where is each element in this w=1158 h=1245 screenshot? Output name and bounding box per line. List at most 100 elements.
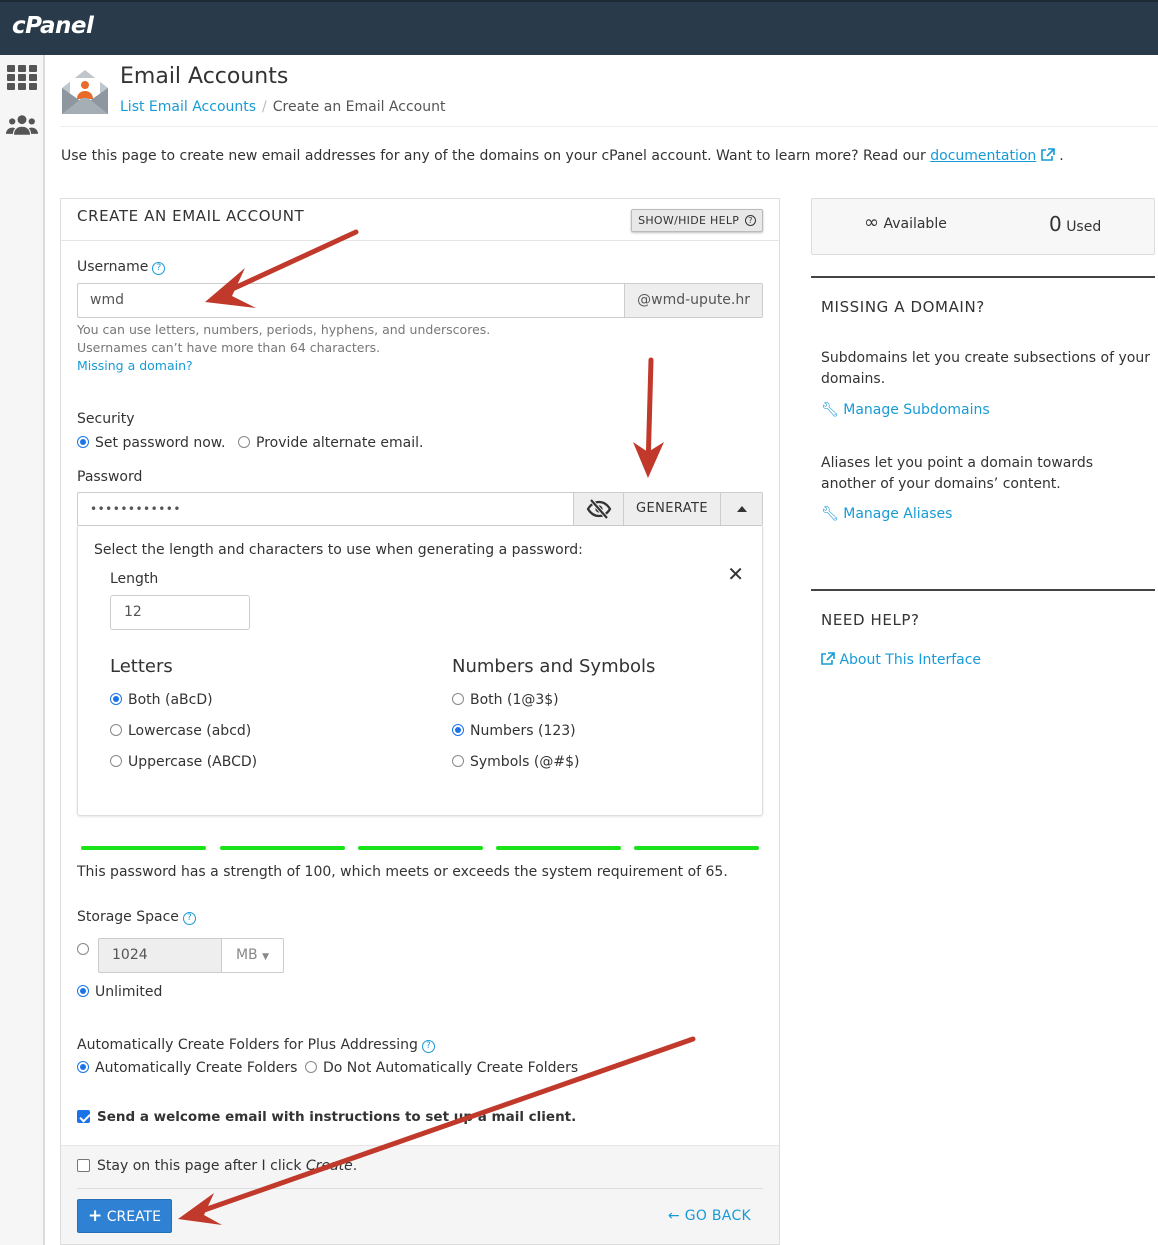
letters-radio-uppercase[interactable] bbox=[110, 755, 122, 767]
apps-grid-icon[interactable] bbox=[6, 63, 38, 93]
stay-on-page-option[interactable]: Stay on this page after I click Create. bbox=[77, 1158, 357, 1174]
domain-addon[interactable]: @wmd-upute.hr bbox=[624, 284, 762, 317]
stay-on-page-end: . bbox=[352, 1158, 358, 1174]
wrench-icon: 🔧︎ bbox=[821, 506, 839, 522]
sidebar-divider-2 bbox=[811, 589, 1155, 591]
generator-toggle-button[interactable] bbox=[720, 493, 762, 525]
close-generator-icon[interactable]: ✕ bbox=[727, 562, 744, 586]
storage-label-row: Storage Space? bbox=[77, 909, 196, 925]
cpanel-logo[interactable]: cPanel bbox=[12, 13, 94, 39]
stay-on-page-label: Stay on this page after I click bbox=[97, 1158, 302, 1174]
storage-quota-input[interactable]: 1024 bbox=[98, 938, 222, 973]
numbers-radio-numbers[interactable] bbox=[452, 724, 464, 736]
stay-on-page-checkbox[interactable] bbox=[77, 1159, 90, 1172]
wrench-icon: 🔧︎ bbox=[821, 402, 839, 418]
breadcrumb-current: Create an Email Account bbox=[272, 99, 446, 115]
manage-subdomains-label: Manage Subdomains bbox=[843, 402, 990, 418]
toggle-password-visibility-button[interactable] bbox=[573, 493, 623, 525]
plus-no-create-radio[interactable] bbox=[305, 1061, 317, 1073]
documentation-link[interactable]: documentation bbox=[930, 148, 1036, 164]
storage-help-icon[interactable]: ? bbox=[182, 912, 196, 925]
panel-heading: CREATE AN EMAIL ACCOUNT bbox=[77, 207, 305, 225]
storage-input-group: 1024 MB ▼ bbox=[98, 938, 284, 973]
storage-unlimited-label: Unlimited bbox=[95, 984, 163, 1000]
security-label: Security bbox=[77, 411, 135, 427]
numbers-heading: Numbers and Symbols bbox=[452, 656, 656, 677]
username-help-icon[interactable]: ? bbox=[152, 262, 166, 275]
help-icon: ? bbox=[745, 215, 756, 226]
password-input[interactable]: •••••••••••• bbox=[78, 493, 573, 525]
letters-radio-lowercase[interactable] bbox=[110, 724, 122, 736]
show-hide-help-button[interactable]: SHOW/HIDE HELP ? bbox=[631, 209, 763, 232]
strength-bar-segment-1 bbox=[81, 846, 206, 850]
numbers-option-numbers[interactable]: Numbers (123) bbox=[452, 723, 576, 739]
create-button[interactable]: + CREATE bbox=[77, 1199, 172, 1233]
plus-addressing-label-row: Automatically Create Folders for Plus Ad… bbox=[77, 1037, 435, 1053]
storage-limited-radio[interactable] bbox=[77, 943, 89, 955]
available-label: Available bbox=[883, 216, 947, 232]
username-label: Username bbox=[77, 259, 149, 275]
users-icon[interactable] bbox=[6, 110, 38, 140]
welcome-email-checkbox[interactable] bbox=[77, 1110, 90, 1123]
security-radio-1[interactable] bbox=[77, 436, 89, 448]
storage-unit-label: MB bbox=[235, 947, 258, 963]
letters-option-both-label: Both (aBcD) bbox=[128, 692, 213, 708]
plus-auto-create-option[interactable]: Automatically Create Folders bbox=[77, 1060, 297, 1076]
generate-password-button[interactable]: GENERATE bbox=[623, 493, 720, 525]
numbers-option-symbols[interactable]: Symbols (@#$) bbox=[452, 754, 579, 770]
letters-option-lowercase[interactable]: Lowercase (abcd) bbox=[110, 723, 251, 739]
username-help-line1: You can use letters, numbers, periods, h… bbox=[77, 322, 491, 337]
about-interface-link[interactable]: About This Interface bbox=[821, 652, 981, 668]
plus-addressing-help-icon[interactable]: ? bbox=[421, 1040, 435, 1053]
storage-unlimited-radio[interactable] bbox=[77, 985, 89, 997]
missing-domain-link[interactable]: Missing a domain? bbox=[77, 358, 193, 373]
form-footer: Stay on this page after I click Create. … bbox=[61, 1145, 779, 1244]
footer-divider bbox=[77, 1188, 763, 1189]
account-stats: ∞ Available 0 Used bbox=[811, 198, 1155, 255]
manage-aliases-link[interactable]: 🔧︎ Manage Aliases bbox=[821, 506, 952, 522]
email-accounts-icon bbox=[62, 70, 108, 114]
username-help: You can use letters, numbers, periods, h… bbox=[77, 321, 490, 375]
username-input-group: wmd @wmd-upute.hr bbox=[77, 283, 763, 318]
subdomains-text: Subdomains let you create subsections of… bbox=[821, 350, 1150, 387]
security-alternate-email-option[interactable]: Provide alternate email. bbox=[238, 435, 423, 451]
storage-label: Storage Space bbox=[77, 909, 179, 925]
used-label: Used bbox=[1066, 219, 1102, 235]
external-link-icon bbox=[821, 652, 835, 665]
intro-text: Use this page to create new email addres… bbox=[61, 148, 1064, 164]
strength-bar-segment-4 bbox=[496, 846, 621, 850]
password-label: Password bbox=[77, 469, 143, 485]
infinity-symbol: ∞ bbox=[864, 212, 879, 233]
intro-body: Use this page to create new email addres… bbox=[61, 148, 926, 164]
welcome-email-option[interactable]: Send a welcome email with instructions t… bbox=[77, 1109, 576, 1125]
generator-intro: Select the length and characters to use … bbox=[94, 542, 583, 558]
plus-no-create-option[interactable]: Do Not Automatically Create Folders bbox=[305, 1060, 578, 1076]
strength-bar-segment-2 bbox=[220, 846, 345, 850]
manage-aliases-label: Manage Aliases bbox=[843, 506, 953, 522]
caret-up-icon bbox=[736, 506, 747, 512]
plus-auto-create-radio[interactable] bbox=[77, 1061, 89, 1073]
letters-option-uppercase[interactable]: Uppercase (ABCD) bbox=[110, 754, 257, 770]
storage-unit-select[interactable]: MB ▼ bbox=[222, 938, 284, 973]
external-link-icon bbox=[1040, 148, 1055, 161]
username-input[interactable]: wmd bbox=[78, 284, 624, 317]
stay-on-page-create: Create bbox=[305, 1158, 353, 1174]
numbers-option-both[interactable]: Both (1@3$) bbox=[452, 692, 559, 708]
numbers-radio-symbols[interactable] bbox=[452, 755, 464, 767]
go-back-link[interactable]: ← GO BACK bbox=[668, 1208, 751, 1224]
plus-opt1-label: Automatically Create Folders bbox=[95, 1060, 298, 1076]
security-set-password-option[interactable]: Set password now. bbox=[77, 435, 225, 451]
welcome-email-label: Send a welcome email with instructions t… bbox=[97, 1109, 577, 1125]
manage-subdomains-link[interactable]: 🔧︎ Manage Subdomains bbox=[821, 402, 990, 418]
breadcrumb-list-email-accounts[interactable]: List Email Accounts bbox=[120, 99, 256, 115]
storage-unlimited-option[interactable]: Unlimited bbox=[77, 984, 162, 1000]
numbers-radio-both[interactable] bbox=[452, 693, 464, 705]
letters-option-both[interactable]: Both (aBcD) bbox=[110, 692, 213, 708]
letters-radio-both[interactable] bbox=[110, 693, 122, 705]
letters-heading: Letters bbox=[110, 656, 173, 677]
length-input[interactable]: 12 bbox=[110, 595, 250, 630]
security-radio-2[interactable] bbox=[238, 436, 250, 448]
chevron-down-icon: ▼ bbox=[262, 952, 270, 962]
password-generator-panel: Select the length and characters to use … bbox=[77, 526, 763, 816]
numbers-option-both-label: Both (1@3$) bbox=[470, 692, 559, 708]
